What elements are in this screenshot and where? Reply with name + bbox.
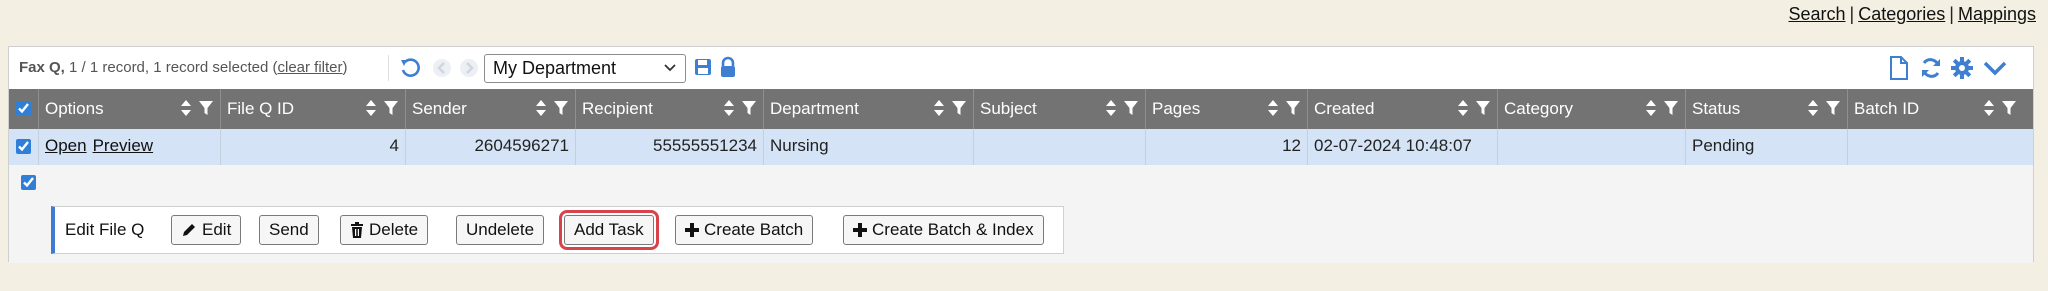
column-file-q-id[interactable]: File Q ID <box>221 89 406 129</box>
department-select[interactable]: My Department <box>484 54 686 83</box>
sort-icon[interactable] <box>1645 99 1657 117</box>
created-cell: 02-07-2024 10:48:07 <box>1308 129 1498 165</box>
sort-icon[interactable] <box>1983 99 1995 117</box>
open-link[interactable]: Open <box>45 136 87 155</box>
filter-icon[interactable] <box>951 99 967 117</box>
sort-icon[interactable] <box>1457 99 1469 117</box>
filter-icon[interactable] <box>383 99 399 117</box>
filter-icon[interactable] <box>1825 99 1841 117</box>
search-link[interactable]: Search <box>1788 4 1845 24</box>
save-icon[interactable] <box>693 57 713 77</box>
column-department[interactable]: Department <box>764 89 974 129</box>
sort-icon[interactable] <box>1267 99 1279 117</box>
column-created[interactable]: Created <box>1308 89 1498 129</box>
grid-header: Options File Q ID Sender Recipient Depar… <box>9 89 2033 129</box>
recipient-cell: 55555551234 <box>576 129 764 165</box>
lock-icon[interactable] <box>719 56 737 78</box>
create-batch-index-button[interactable]: Create Batch & Index <box>843 215 1044 245</box>
collapse-chevron-icon[interactable] <box>1982 57 2008 79</box>
trash-icon <box>351 222 363 238</box>
column-options[interactable]: Options <box>39 89 221 129</box>
column-recipient[interactable]: Recipient <box>576 89 764 129</box>
filter-icon[interactable] <box>198 99 214 117</box>
queue-name: Fax Q, <box>19 59 65 76</box>
edit-file-q-panel: Edit File Q Edit Send Delete Undelete Ad… <box>51 206 1064 254</box>
refresh-icon[interactable] <box>1919 56 1943 80</box>
chevron-down-icon <box>663 59 677 82</box>
add-task-button[interactable]: Add Task <box>559 210 659 250</box>
column-subject[interactable]: Subject <box>974 89 1146 129</box>
sort-icon[interactable] <box>723 99 735 117</box>
filter-icon[interactable] <box>1475 99 1491 117</box>
subject-cell <box>974 129 1146 165</box>
row-checkbox[interactable] <box>16 139 31 154</box>
filter-icon[interactable] <box>2001 99 2017 117</box>
previous-icon[interactable] <box>432 58 452 78</box>
filter-icon[interactable] <box>1285 99 1301 117</box>
pencil-icon <box>183 224 195 236</box>
filter-icon[interactable] <box>1663 99 1679 117</box>
filter-icon[interactable] <box>1123 99 1139 117</box>
plus-icon <box>685 223 699 237</box>
options-cell: Open Preview <box>39 129 221 165</box>
categories-link[interactable]: Categories <box>1858 4 1945 24</box>
row-select-cell <box>9 129 39 165</box>
clear-filter-link[interactable]: clear filter <box>277 59 342 76</box>
table-row[interactable]: Open Preview 4 2604596271 55555551234 Nur… <box>9 129 2033 165</box>
sort-icon[interactable] <box>1105 99 1117 117</box>
next-icon[interactable] <box>459 58 479 78</box>
column-sender[interactable]: Sender <box>406 89 576 129</box>
category-cell <box>1498 129 1686 165</box>
edit-button[interactable]: Edit <box>171 215 242 245</box>
sort-icon[interactable] <box>535 99 547 117</box>
sender-cell: 2604596271 <box>406 129 576 165</box>
send-button[interactable]: Send <box>259 215 319 245</box>
sort-icon[interactable] <box>1807 99 1819 117</box>
sort-icon[interactable] <box>180 99 192 117</box>
select-all-checkbox[interactable] <box>16 101 31 116</box>
filter-icon[interactable] <box>741 99 757 117</box>
fax-queue-grid: Options File Q ID Sender Recipient Depar… <box>9 89 2033 165</box>
mappings-link[interactable]: Mappings <box>1958 4 2036 24</box>
select-all-cell <box>9 89 39 129</box>
document-icon[interactable] <box>1889 55 1909 81</box>
toolbar: Fax Q, 1 / 1 record, 1 record selected (… <box>9 47 2033 89</box>
filter-icon[interactable] <box>553 99 569 117</box>
undo-icon[interactable] <box>399 57 421 79</box>
row-detail-panel: Edit File Q Edit Send Delete Undelete Ad… <box>9 165 2033 263</box>
toolbar-divider <box>388 55 389 81</box>
preview-link[interactable]: Preview <box>93 136 153 155</box>
edit-panel-label: Edit File Q <box>65 220 145 239</box>
gear-icon[interactable] <box>1950 56 1974 80</box>
status-cell: Pending <box>1686 129 1848 165</box>
queue-title: Fax Q, 1 / 1 record, 1 record selected (… <box>19 59 348 76</box>
file-q-id-cell: 4 <box>221 129 406 165</box>
sort-icon[interactable] <box>365 99 377 117</box>
column-pages[interactable]: Pages <box>1146 89 1308 129</box>
department-select-value: My Department <box>493 58 617 78</box>
top-links: Search | Categories | Mappings <box>1788 4 2036 24</box>
detail-checkbox[interactable] <box>21 175 36 190</box>
column-batch-id[interactable]: Batch ID <box>1848 89 2023 129</box>
pages-cell: 12 <box>1146 129 1308 165</box>
create-batch-button[interactable]: Create Batch <box>675 215 814 245</box>
record-info: 1 / 1 record, 1 record selected <box>69 59 269 76</box>
delete-button[interactable]: Delete <box>340 215 429 245</box>
column-status[interactable]: Status <box>1686 89 1848 129</box>
undelete-button[interactable]: Undelete <box>456 215 545 245</box>
column-category[interactable]: Category <box>1498 89 1686 129</box>
sort-icon[interactable] <box>933 99 945 117</box>
plus-icon <box>853 223 867 237</box>
department-cell: Nursing <box>764 129 974 165</box>
batch-id-cell <box>1848 129 2023 165</box>
fax-queue-panel: Fax Q, 1 / 1 record, 1 record selected (… <box>8 46 2034 263</box>
